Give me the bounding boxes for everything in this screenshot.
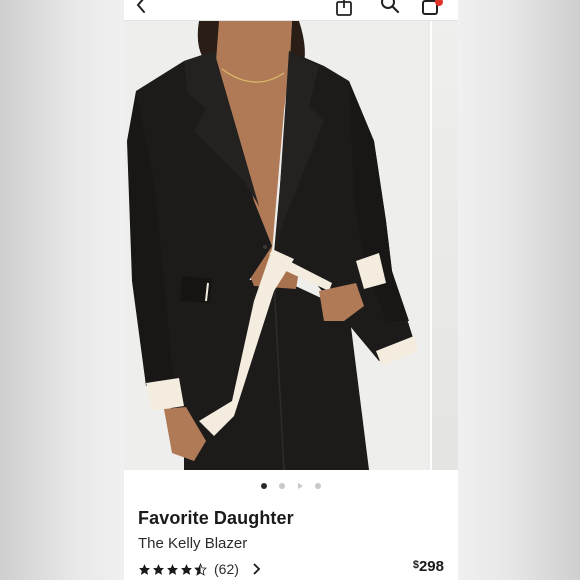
chevron-right-icon[interactable] (251, 563, 261, 575)
star-full-icon (153, 563, 164, 575)
star-full-icon (167, 563, 178, 575)
video-play-icon[interactable] (297, 482, 303, 489)
product-page: Favorite Daughter The Kelly Blazer (62) … (124, 0, 458, 580)
star-full-icon (139, 563, 150, 575)
share-icon[interactable] (335, 0, 353, 16)
top-navigation-bar (124, 0, 458, 21)
carousel-pagination (124, 477, 458, 489)
product-photo[interactable] (124, 21, 428, 470)
review-count[interactable]: (62) (214, 561, 239, 577)
chevron-left-icon[interactable] (134, 0, 148, 14)
carousel-dot[interactable] (315, 482, 322, 489)
carousel-dot-active[interactable] (260, 482, 267, 489)
backdrop-left (0, 0, 124, 580)
next-product-photo-peek[interactable] (430, 21, 458, 470)
price-amount: 298 (418, 558, 444, 575)
backdrop-right (456, 0, 580, 580)
star-rating (138, 562, 208, 576)
search-icon[interactable] (380, 0, 400, 16)
brand-name[interactable]: Favorite Daughter (138, 508, 294, 529)
star-full-icon (181, 563, 192, 575)
rating-summary[interactable]: (62) (138, 560, 261, 578)
cart-badge (435, 0, 443, 6)
product-price: $298 (413, 558, 444, 575)
product-image-carousel[interactable] (124, 21, 458, 470)
product-title: The Kelly Blazer (138, 535, 248, 552)
carousel-dot[interactable] (279, 482, 286, 489)
star-half-icon (194, 562, 207, 576)
